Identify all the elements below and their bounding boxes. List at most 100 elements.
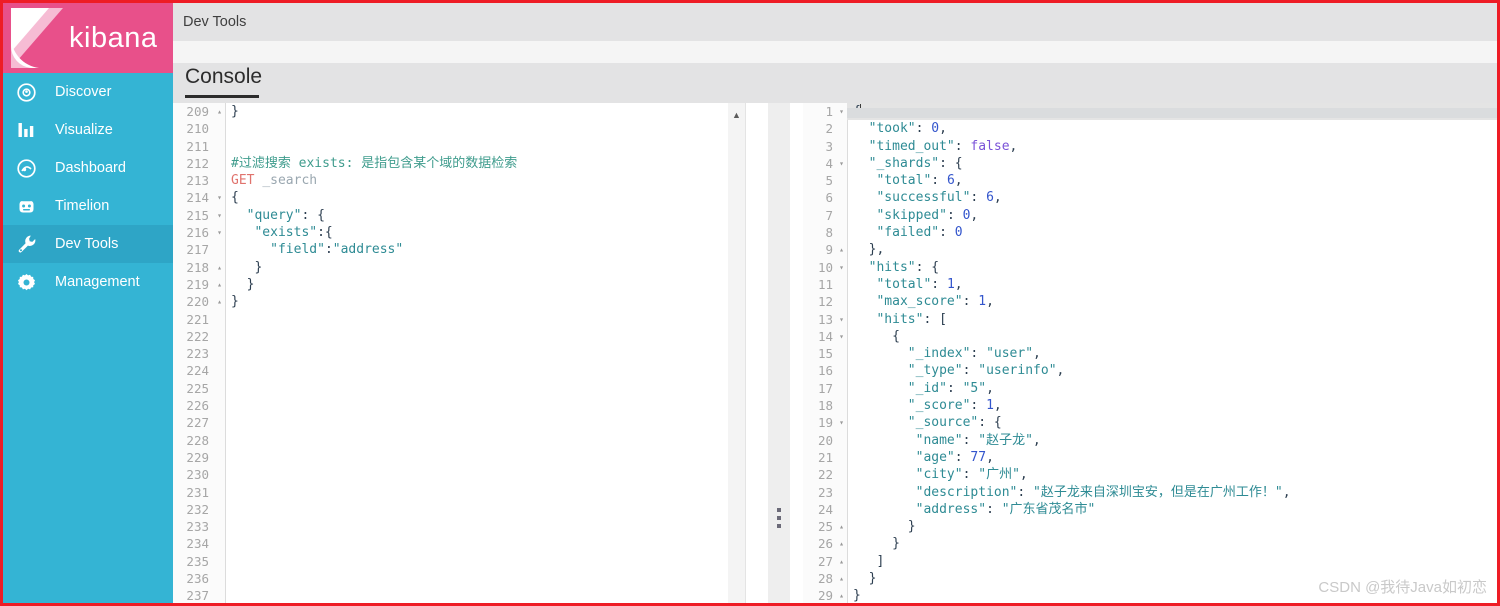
fold-open-icon[interactable]: ▾ bbox=[839, 259, 844, 276]
gutter-row[interactable]: 220 ▴ bbox=[173, 293, 225, 310]
code-line[interactable] bbox=[225, 328, 758, 345]
gutter-row[interactable]: 26 ▴ bbox=[803, 535, 847, 552]
gutter-row[interactable]: 10 ▾ bbox=[803, 259, 847, 276]
code-line[interactable] bbox=[225, 570, 758, 587]
code-line[interactable] bbox=[225, 397, 758, 414]
code-line[interactable]: { bbox=[225, 189, 758, 206]
gutter-row[interactable]: 6 bbox=[803, 189, 847, 206]
gutter-row[interactable]: 23 bbox=[803, 484, 847, 501]
gutter-row[interactable]: 18 bbox=[803, 397, 847, 414]
code-line[interactable]: "city": "广州", bbox=[847, 466, 1497, 483]
request-gutter[interactable]: 209 ▴ 210 211 212 213 214 ▾ 215 ▾ 216 ▾ 217 218 ▴ 219 ▴ 2… bbox=[173, 103, 226, 603]
gutter-row[interactable]: 16 bbox=[803, 362, 847, 379]
gutter-row[interactable]: 8 bbox=[803, 224, 847, 241]
sidebar-item-dashboard[interactable]: Dashboard bbox=[3, 149, 173, 187]
gutter-row[interactable]: 226 bbox=[173, 397, 225, 414]
code-line[interactable] bbox=[225, 362, 758, 379]
code-line[interactable]: ] bbox=[847, 553, 1497, 570]
fold-open-icon[interactable]: ▾ bbox=[839, 155, 844, 172]
gutter-row[interactable]: 222 bbox=[173, 328, 225, 345]
code-line[interactable]: } bbox=[225, 259, 758, 276]
fold-open-icon[interactable]: ▾ bbox=[217, 207, 222, 224]
code-line[interactable]: }, bbox=[847, 241, 1497, 258]
gutter-row[interactable]: 212 bbox=[173, 155, 225, 172]
gutter-row[interactable]: 2 bbox=[803, 120, 847, 137]
code-line[interactable]: "_id": "5", bbox=[847, 380, 1497, 397]
code-line[interactable] bbox=[225, 501, 758, 518]
code-line[interactable]: "hits": { bbox=[847, 259, 1497, 276]
code-line[interactable]: } bbox=[225, 103, 758, 120]
code-line[interactable]: #过滤搜索 exists: 是指包含某个域的数据检索 bbox=[225, 155, 758, 172]
fold-close-icon[interactable]: ▴ bbox=[839, 518, 844, 535]
code-line[interactable]: "successful": 6, bbox=[847, 189, 1497, 206]
fold-close-icon[interactable]: ▴ bbox=[217, 259, 222, 276]
code-line[interactable] bbox=[225, 345, 758, 362]
gutter-row[interactable]: 213 bbox=[173, 172, 225, 189]
gutter-row[interactable]: 4 ▾ bbox=[803, 155, 847, 172]
gutter-row[interactable]: 13 ▾ bbox=[803, 311, 847, 328]
fold-open-icon[interactable]: ▾ bbox=[217, 224, 222, 241]
request-vertical-scrollbar[interactable]: ▲ bbox=[728, 103, 746, 603]
splitter-drag-handle[interactable] bbox=[777, 508, 781, 532]
fold-open-icon[interactable]: ▾ bbox=[839, 103, 844, 120]
code-line[interactable]: "_index": "user", bbox=[847, 345, 1497, 362]
fold-close-icon[interactable]: ▴ bbox=[217, 276, 222, 293]
gutter-row[interactable]: 28 ▴ bbox=[803, 570, 847, 587]
fold-open-icon[interactable]: ▾ bbox=[217, 189, 222, 206]
fold-open-icon[interactable]: ▾ bbox=[839, 328, 844, 345]
code-line[interactable]: "total": 1, bbox=[847, 276, 1497, 293]
gutter-row[interactable]: 224 bbox=[173, 362, 225, 379]
gutter-row[interactable]: 225 bbox=[173, 380, 225, 397]
code-line[interactable]: GET _search bbox=[225, 172, 758, 189]
gutter-row[interactable]: 20 bbox=[803, 432, 847, 449]
sidebar-item-discover[interactable]: Discover bbox=[3, 73, 173, 111]
sidebar-item-dev-tools[interactable]: Dev Tools bbox=[3, 225, 173, 263]
fold-close-icon[interactable]: ▴ bbox=[839, 535, 844, 552]
response-viewer-pane[interactable]: 1 ▾ 2 3 4 ▾ 5 6 7 8 9 ▴ 10 ▾ 11 12 13 ▾ 14 ▾ 15 16 17 18 19 ▾ 20 21… bbox=[803, 103, 1497, 603]
gutter-row[interactable]: 233 bbox=[173, 518, 225, 535]
gutter-row[interactable]: 19 ▾ bbox=[803, 414, 847, 431]
code-line[interactable] bbox=[225, 138, 758, 155]
response-code[interactable]: { "took": 0, "timed_out": false, "_shard… bbox=[847, 103, 1497, 603]
fold-open-icon[interactable]: ▾ bbox=[839, 414, 844, 431]
code-line[interactable] bbox=[225, 414, 758, 431]
gutter-row[interactable]: 223 bbox=[173, 345, 225, 362]
pane-splitter[interactable]: ▲ bbox=[728, 103, 803, 603]
code-line[interactable]: } bbox=[847, 535, 1497, 552]
fold-close-icon[interactable]: ▴ bbox=[839, 570, 844, 587]
fold-close-icon[interactable]: ▴ bbox=[839, 553, 844, 570]
code-line[interactable]: "_source": { bbox=[847, 414, 1497, 431]
code-line[interactable]: "age": 77, bbox=[847, 449, 1497, 466]
code-line[interactable] bbox=[225, 311, 758, 328]
gutter-row[interactable]: 15 bbox=[803, 345, 847, 362]
gutter-row[interactable]: 217 bbox=[173, 241, 225, 258]
gutter-row[interactable]: 21 bbox=[803, 449, 847, 466]
gutter-row[interactable]: 221 bbox=[173, 311, 225, 328]
request-editor[interactable]: 209 ▴ 210 211 212 213 214 ▾ 215 ▾ 216 ▾ 217 218 ▴ 219 ▴ 2… bbox=[173, 103, 758, 603]
fold-close-icon[interactable]: ▴ bbox=[217, 103, 222, 120]
code-line[interactable]: } bbox=[847, 518, 1497, 535]
gutter-row[interactable]: 211 bbox=[173, 138, 225, 155]
request-code[interactable]: } #过滤搜索 exists: 是指包含某个域的数据检索 GET _search{ … bbox=[225, 103, 758, 603]
code-line[interactable]: "exists":{ bbox=[225, 224, 758, 241]
code-line[interactable] bbox=[225, 380, 758, 397]
gutter-row[interactable]: 27 ▴ bbox=[803, 553, 847, 570]
code-line[interactable]: "address": "广东省茂名市" bbox=[847, 501, 1497, 518]
gutter-row[interactable]: 22 bbox=[803, 466, 847, 483]
code-line[interactable]: } bbox=[225, 276, 758, 293]
kibana-logo[interactable]: kibana bbox=[3, 3, 173, 73]
gutter-row[interactable]: 11 bbox=[803, 276, 847, 293]
scrollbar-thumb[interactable] bbox=[847, 108, 1497, 118]
sidebar-item-visualize[interactable]: Visualize bbox=[3, 111, 173, 149]
gutter-row[interactable]: 218 ▴ bbox=[173, 259, 225, 276]
code-line[interactable] bbox=[225, 466, 758, 483]
gutter-row[interactable]: 216 ▾ bbox=[173, 224, 225, 241]
gutter-row[interactable]: 237 bbox=[173, 587, 225, 603]
gutter-row[interactable]: 227 bbox=[173, 414, 225, 431]
code-line[interactable]: "took": 0, bbox=[847, 120, 1497, 137]
gutter-row[interactable]: 235 bbox=[173, 553, 225, 570]
gutter-row[interactable]: 228 bbox=[173, 432, 225, 449]
code-line[interactable] bbox=[225, 449, 758, 466]
fold-close-icon[interactable]: ▴ bbox=[839, 241, 844, 258]
code-line[interactable]: "_type": "userinfo", bbox=[847, 362, 1497, 379]
